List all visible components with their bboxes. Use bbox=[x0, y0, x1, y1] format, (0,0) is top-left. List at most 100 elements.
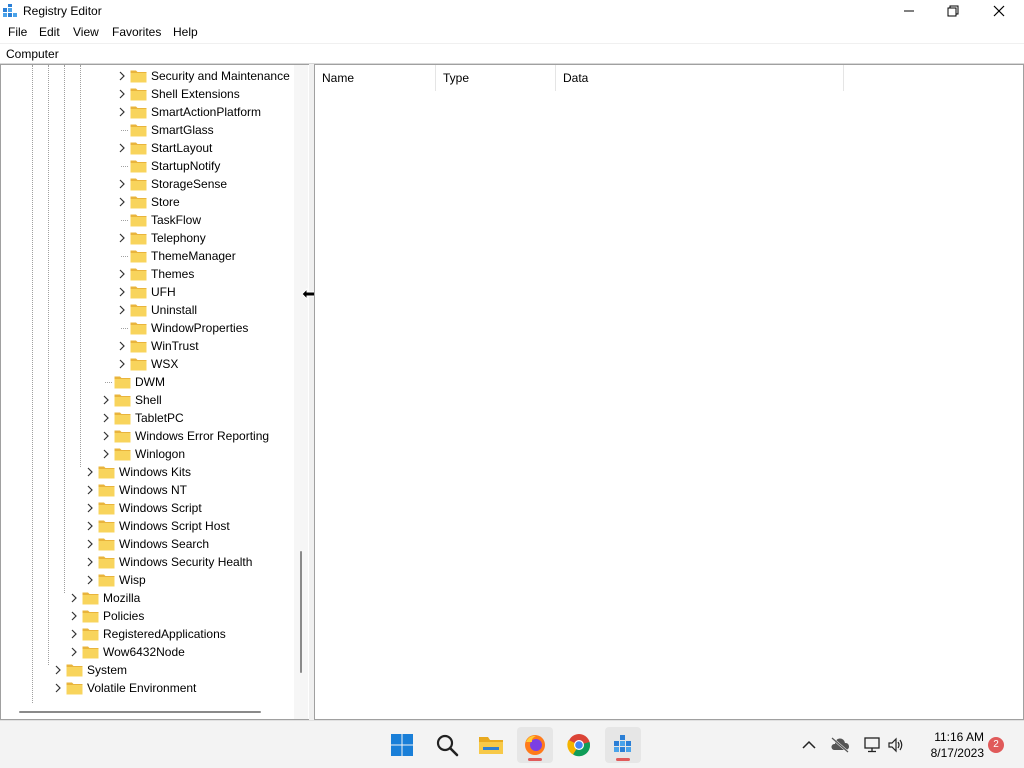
tree-node[interactable]: Wow6432Node bbox=[1, 643, 293, 661]
tree-node[interactable]: UFH bbox=[1, 283, 293, 301]
expand-chevron-icon[interactable] bbox=[117, 229, 127, 247]
tree-horizontal-scrollbar[interactable] bbox=[1, 705, 293, 719]
tree-horizontal-scrollbar-thumb[interactable] bbox=[19, 711, 261, 713]
tree-node-label[interactable]: RegisteredApplications bbox=[103, 627, 226, 641]
column-header-data[interactable]: Data bbox=[556, 65, 844, 91]
tree-node-label[interactable]: Volatile Environment bbox=[87, 681, 196, 695]
key-tree[interactable]: Security and Maintenance Shell Extensions… bbox=[1, 65, 293, 719]
tree-node-label[interactable]: SmartActionPlatform bbox=[151, 105, 261, 119]
values-list-pane[interactable]: Name Type Data bbox=[314, 64, 1024, 720]
expand-chevron-icon[interactable] bbox=[85, 535, 95, 553]
expand-chevron-icon[interactable] bbox=[117, 67, 127, 85]
tree-vertical-scrollbar-thumb[interactable] bbox=[300, 551, 302, 673]
tree-node-label[interactable]: Store bbox=[151, 195, 180, 209]
tree-vertical-scrollbar[interactable] bbox=[294, 65, 308, 719]
tree-node[interactable]: Mozilla bbox=[1, 589, 293, 607]
expand-chevron-icon[interactable] bbox=[117, 103, 127, 121]
tree-node[interactable]: Uninstall bbox=[1, 301, 293, 319]
tree-node-label[interactable]: TaskFlow bbox=[151, 213, 201, 227]
tree-node[interactable]: ThemeManager bbox=[1, 247, 293, 265]
tree-node[interactable]: StartLayout bbox=[1, 139, 293, 157]
tree-node-label[interactable]: Windows Security Health bbox=[119, 555, 252, 569]
expand-chevron-icon[interactable] bbox=[85, 517, 95, 535]
tree-node[interactable]: Windows NT bbox=[1, 481, 293, 499]
tree-node-label[interactable]: WindowProperties bbox=[151, 321, 248, 335]
close-button[interactable] bbox=[976, 0, 1022, 22]
chrome-button[interactable] bbox=[561, 727, 597, 763]
tree-node-label[interactable]: UFH bbox=[151, 285, 176, 299]
menu-view[interactable]: View bbox=[73, 25, 99, 39]
minimize-button[interactable] bbox=[886, 0, 932, 22]
tree-node-label[interactable]: Wow6432Node bbox=[103, 645, 185, 659]
tree-node[interactable]: Windows Security Health bbox=[1, 553, 293, 571]
menu-file[interactable]: File bbox=[8, 25, 27, 39]
clock[interactable]: 11:16 AM 8/17/2023 bbox=[914, 729, 984, 761]
volume-tray-button[interactable] bbox=[886, 735, 906, 755]
address-path[interactable]: Computer bbox=[6, 47, 59, 61]
tree-node[interactable]: Volatile Environment bbox=[1, 679, 293, 697]
tree-node-label[interactable]: Shell Extensions bbox=[151, 87, 240, 101]
tree-node[interactable]: Windows Script bbox=[1, 499, 293, 517]
expand-chevron-icon[interactable] bbox=[117, 355, 127, 373]
expand-chevron-icon[interactable] bbox=[85, 571, 95, 589]
tree-node[interactable]: Windows Kits bbox=[1, 463, 293, 481]
expand-chevron-icon[interactable] bbox=[101, 391, 111, 409]
tree-node[interactable]: Store bbox=[1, 193, 293, 211]
start-button[interactable] bbox=[384, 727, 420, 763]
menu-favorites[interactable]: Favorites bbox=[112, 25, 161, 39]
tree-node-label[interactable]: Shell bbox=[135, 393, 162, 407]
tree-node[interactable]: SmartGlass bbox=[1, 121, 293, 139]
tree-node-label[interactable]: StartLayout bbox=[151, 141, 212, 155]
expand-chevron-icon[interactable] bbox=[69, 625, 79, 643]
expand-chevron-icon[interactable] bbox=[69, 607, 79, 625]
tree-node[interactable]: WinTrust bbox=[1, 337, 293, 355]
tree-node[interactable]: DWM bbox=[1, 373, 293, 391]
tree-node-label[interactable]: WinTrust bbox=[151, 339, 199, 353]
maximize-button[interactable] bbox=[930, 0, 976, 22]
column-header-name[interactable]: Name bbox=[315, 65, 436, 91]
tree-node-label[interactable]: Windows Kits bbox=[119, 465, 191, 479]
tree-node[interactable]: StartupNotify bbox=[1, 157, 293, 175]
expand-chevron-icon[interactable] bbox=[85, 553, 95, 571]
tree-node-label[interactable]: StartupNotify bbox=[151, 159, 220, 173]
tree-node-label[interactable]: Telephony bbox=[151, 231, 206, 245]
expand-chevron-icon[interactable] bbox=[53, 661, 63, 679]
tree-node[interactable]: StorageSense bbox=[1, 175, 293, 193]
tree-node[interactable]: Themes bbox=[1, 265, 293, 283]
tree-node-label[interactable]: Uninstall bbox=[151, 303, 197, 317]
tree-node[interactable]: Windows Error Reporting bbox=[1, 427, 293, 445]
tree-node[interactable]: RegisteredApplications bbox=[1, 625, 293, 643]
tree-node[interactable]: Shell Extensions bbox=[1, 85, 293, 103]
network-tray-button[interactable] bbox=[862, 735, 882, 755]
expand-chevron-icon[interactable] bbox=[85, 481, 95, 499]
tree-node[interactable]: Policies bbox=[1, 607, 293, 625]
tree-node-label[interactable]: ThemeManager bbox=[151, 249, 236, 263]
tree-node-label[interactable]: StorageSense bbox=[151, 177, 227, 191]
notification-badge[interactable]: 2 bbox=[988, 737, 1004, 753]
expand-chevron-icon[interactable] bbox=[117, 337, 127, 355]
tree-node[interactable]: Winlogon bbox=[1, 445, 293, 463]
tree-node[interactable]: Shell bbox=[1, 391, 293, 409]
tree-node-label[interactable]: WSX bbox=[151, 357, 178, 371]
tree-node-label[interactable]: SmartGlass bbox=[151, 123, 214, 137]
menu-help[interactable]: Help bbox=[173, 25, 198, 39]
expand-chevron-icon[interactable] bbox=[101, 427, 111, 445]
tree-node[interactable]: Windows Script Host bbox=[1, 517, 293, 535]
file-explorer-button[interactable] bbox=[473, 727, 509, 763]
onedrive-tray-button[interactable] bbox=[830, 735, 850, 755]
tree-node-label[interactable]: Mozilla bbox=[103, 591, 140, 605]
tree-node[interactable]: WindowProperties bbox=[1, 319, 293, 337]
expand-chevron-icon[interactable] bbox=[117, 265, 127, 283]
tree-node-label[interactable]: System bbox=[87, 663, 127, 677]
expand-chevron-icon[interactable] bbox=[117, 283, 127, 301]
expand-chevron-icon[interactable] bbox=[85, 463, 95, 481]
key-tree-pane[interactable]: Security and Maintenance Shell Extensions… bbox=[0, 64, 309, 720]
tree-node[interactable]: TaskFlow bbox=[1, 211, 293, 229]
tree-node-label[interactable]: Windows Script bbox=[119, 501, 202, 515]
tree-node[interactable]: Windows Search bbox=[1, 535, 293, 553]
expand-chevron-icon[interactable] bbox=[117, 193, 127, 211]
tree-node-label[interactable]: Winlogon bbox=[135, 447, 185, 461]
firefox-button[interactable] bbox=[517, 727, 553, 763]
tree-node-label[interactable]: Security and Maintenance bbox=[151, 69, 290, 83]
show-hidden-icons-button[interactable] bbox=[799, 735, 819, 755]
